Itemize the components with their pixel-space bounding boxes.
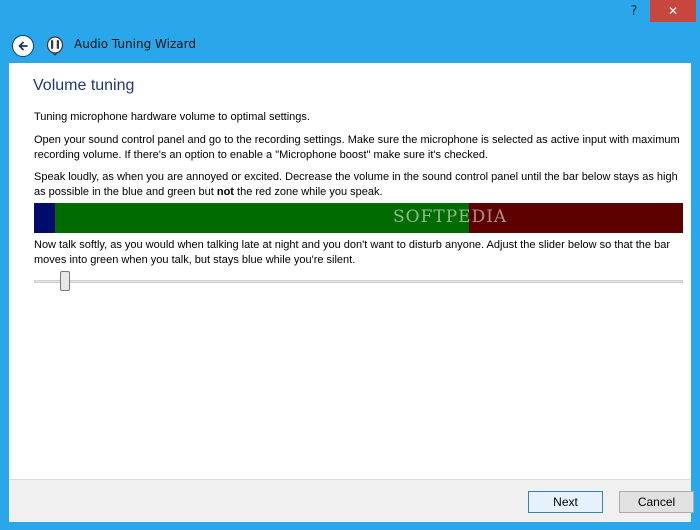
wizard-header: Audio Tuning Wizard (0, 30, 700, 63)
next-button[interactable]: Next (528, 491, 603, 513)
intro-text: Tuning microphone hardware volume to opt… (34, 111, 310, 123)
page-title: Volume tuning (33, 77, 135, 94)
wizard-footer: Next Cancel (9, 479, 694, 522)
speak-softly-text: Now talk softly, as you would when talki… (34, 239, 670, 266)
speak-loudly-emphasis: not (216, 186, 234, 198)
microphone-app-icon (46, 36, 64, 56)
slider-track[interactable] (34, 280, 683, 283)
title-bar: ? ✕ (0, 0, 700, 30)
wizard-title: Audio Tuning Wizard (74, 37, 196, 51)
cancel-button[interactable]: Cancel (619, 491, 694, 513)
content-panel: Volume tuning Tuning microphone hardware… (9, 63, 691, 479)
close-button[interactable]: ✕ (650, 0, 696, 22)
speak-loudly-after: the red zone while you speak. (233, 186, 383, 198)
help-button[interactable]: ? (621, 0, 647, 22)
watermark: SOFTPEDIA (393, 207, 508, 227)
instructions-text: Open your sound control panel and go to … (34, 134, 680, 161)
sensitivity-slider[interactable] (34, 271, 683, 293)
slider-thumb[interactable] (60, 271, 70, 291)
speak-loudly-text: Speak loudly, as when you are annoyed or… (34, 170, 680, 200)
meter-blue-zone (34, 203, 55, 233)
volume-meter (34, 203, 683, 233)
back-button[interactable] (12, 35, 34, 57)
back-arrow-icon (18, 41, 28, 51)
wizard-window: ? ✕ Audio Tuning Wizard Volume tuning Tu… (0, 0, 700, 530)
